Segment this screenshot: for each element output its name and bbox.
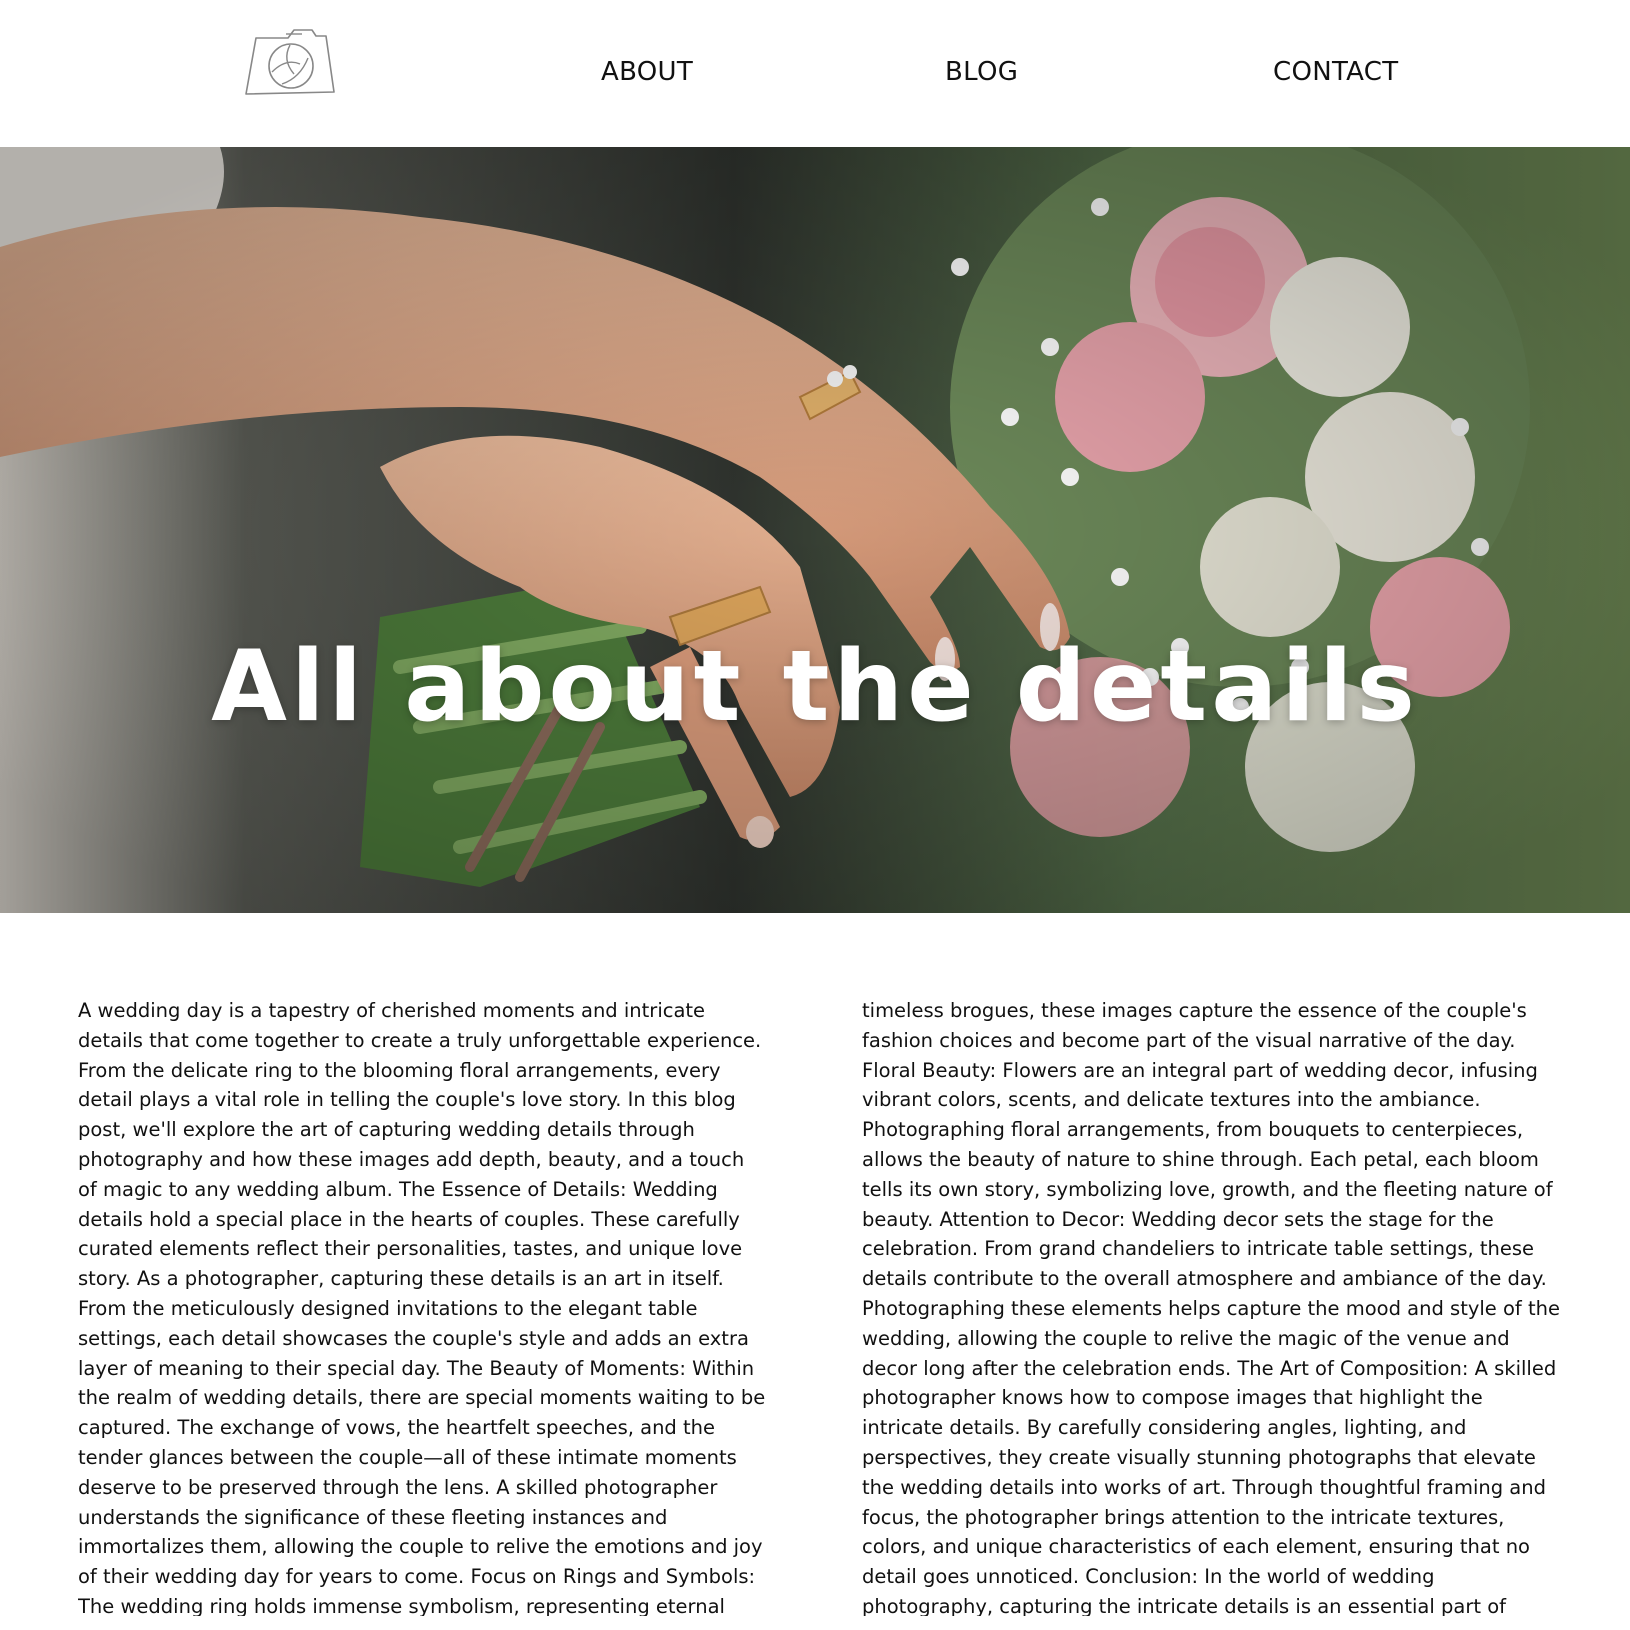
hero-title: All about the details <box>211 630 1419 744</box>
site-header: ABOUT BLOG CONTACT <box>0 0 1630 147</box>
article-column-left: A wedding day is a tapestry of cherished… <box>78 999 766 1616</box>
nav-contact-link[interactable]: CONTACT <box>1273 52 1398 92</box>
camera-logo-icon[interactable] <box>242 28 338 102</box>
hero-photo-wedding-rings <box>0 147 1630 913</box>
hero-banner: All about the details <box>0 147 1630 913</box>
nav-blog-link[interactable]: BLOG <box>945 52 1018 92</box>
nav-about-link[interactable]: ABOUT <box>601 52 693 92</box>
article-column-right: timeless brogues, these images capture t… <box>862 999 1561 1616</box>
